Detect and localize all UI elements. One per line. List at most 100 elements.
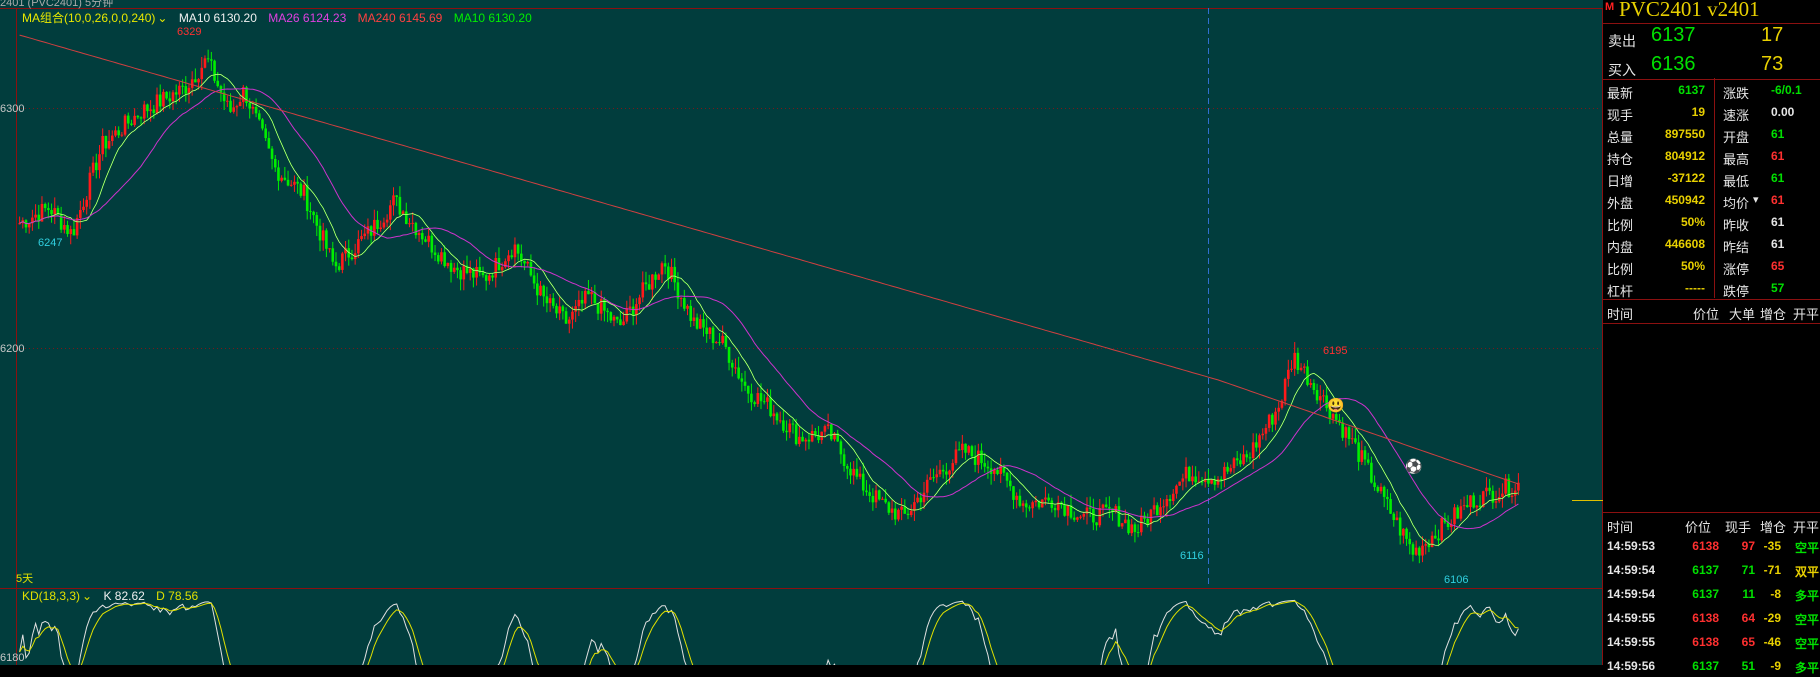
ma10-line-overlay — [19, 73, 1519, 546]
quote-value-left: 446608 — [1664, 237, 1705, 251]
candle-up — [280, 177, 283, 181]
candle-up — [686, 305, 689, 309]
candle-down — [267, 138, 271, 149]
candle-up — [558, 306, 561, 314]
divider — [1603, 299, 1820, 300]
candle-up — [226, 100, 229, 102]
candle-down — [545, 296, 549, 304]
kd-legend[interactable]: KD(18,3,3) ⌄ K 82.62 D 78.56 — [22, 589, 206, 603]
candle-down — [1024, 503, 1028, 508]
bid-price[interactable]: 6136 — [1651, 53, 1696, 76]
candle-down — [1376, 487, 1380, 492]
candle-down — [529, 262, 533, 276]
candle-up — [913, 502, 916, 511]
candle-up — [357, 239, 360, 254]
candle-up — [1076, 517, 1079, 520]
candle-down — [168, 98, 172, 102]
candle-down — [1219, 479, 1223, 481]
tick-row[interactable]: 14:59:55 6138 64 -29 空平 — [1603, 607, 1820, 629]
tick-price: 6137 — [1692, 659, 1719, 673]
candle-up — [69, 229, 73, 235]
candle-down — [986, 466, 990, 469]
candle-up — [651, 274, 654, 290]
candle-up — [149, 109, 152, 112]
candle-down — [609, 312, 613, 321]
candle-up — [967, 446, 971, 453]
tick-vol: 65 — [1741, 635, 1755, 649]
candle-down — [1104, 504, 1108, 507]
candle-up — [379, 227, 383, 229]
candle-up — [85, 199, 89, 207]
candle-up — [232, 107, 236, 112]
ma-legend[interactable]: MA组合(10,0,26,0,0,240) ⌄ MA10 6130.20 MA26… — [22, 9, 540, 26]
ask-price[interactable]: 6137 — [1651, 24, 1696, 47]
candle-down — [884, 498, 887, 503]
candle-up — [881, 498, 884, 500]
candle-down — [152, 109, 156, 114]
tick-row[interactable]: 14:59:54 6137 71 -71 双平 — [1603, 559, 1820, 581]
candle-down — [845, 466, 849, 469]
candle-up — [1031, 502, 1034, 509]
candle-up — [1309, 383, 1312, 385]
candle-down — [1488, 487, 1491, 491]
candle-down — [1012, 486, 1015, 500]
tick-row[interactable]: 14:59:56 6137 51 -9 多平 — [1603, 655, 1820, 677]
candle-down — [1047, 497, 1050, 501]
candle-down — [654, 274, 657, 280]
candle-up — [1510, 495, 1514, 498]
smile-icon[interactable]: 😃 — [1327, 397, 1344, 414]
candle-down — [414, 222, 418, 236]
quote-label-right: 均价 — [1723, 196, 1750, 211]
quote-label-right: 最低 — [1723, 174, 1750, 189]
tick-oi-change: -9 — [1770, 659, 1781, 673]
candle-up — [612, 316, 616, 321]
candle-down — [130, 123, 133, 125]
candle-down — [337, 266, 341, 270]
candle-up — [411, 222, 414, 224]
candle-down — [350, 257, 354, 260]
candle-down — [424, 239, 427, 242]
symbol-title[interactable]: PVC2401 v2401 — [1619, 0, 1760, 22]
candle-up — [1322, 395, 1325, 397]
candle-down — [315, 215, 319, 226]
quote-value-right: 65 — [1771, 259, 1785, 273]
candle-up — [123, 115, 127, 135]
candle-down — [136, 115, 140, 118]
tick-row[interactable]: 14:59:54 6137 11 -8 多平 — [1603, 583, 1820, 605]
candle-up — [539, 285, 542, 296]
kd-name[interactable]: KD(18,3,3) — [22, 589, 80, 603]
quote-value-left: -37122 — [1667, 171, 1705, 185]
bid-row[interactable]: 买入 6136 73 — [1603, 53, 1820, 81]
tick-row[interactable]: 14:59:53 6138 97 -35 空平 — [1603, 535, 1820, 557]
chevron-down-icon[interactable]: ▾ — [1753, 193, 1759, 206]
candle-up — [641, 282, 645, 298]
candle-down — [126, 115, 130, 124]
candle-up — [916, 497, 919, 503]
candle-down — [1018, 495, 1022, 506]
candle-down — [1392, 513, 1396, 521]
candle-down — [794, 424, 798, 445]
candle-up — [1421, 545, 1424, 556]
candle-down — [711, 327, 715, 344]
candle-up — [1066, 505, 1070, 516]
candle-up — [922, 492, 926, 503]
chevron-down-icon[interactable]: ⌄ — [157, 11, 167, 25]
ask-row[interactable]: 卖出 6137 17 — [1603, 24, 1820, 52]
candle-down — [561, 306, 565, 312]
tick-row[interactable]: 14:59:55 6138 65 -46 空平 — [1603, 631, 1820, 653]
candle-down — [194, 79, 197, 83]
candle-down — [206, 58, 210, 60]
candle-up — [852, 468, 855, 476]
big-header-price: 价位 — [1693, 307, 1720, 322]
chart-area[interactable]: 2401 (PVC2401) 5分钟 MA组合(10,0,26,0,0,240)… — [0, 0, 1603, 665]
candle-down — [702, 319, 705, 328]
candle-up — [567, 319, 571, 324]
soccer-ball-icon[interactable]: ⚽ — [1405, 458, 1422, 475]
ma-group-name[interactable]: MA组合(10,0,26,0,0,240) — [22, 11, 155, 25]
candle-down — [312, 211, 315, 216]
candle-down — [1312, 383, 1316, 391]
candlestick-chart[interactable] — [0, 0, 1603, 665]
chevron-down-icon[interactable]: ⌄ — [82, 589, 92, 603]
quote-row: 现手 19 速涨 0.00 — [1603, 102, 1820, 124]
candle-up — [1178, 481, 1181, 486]
